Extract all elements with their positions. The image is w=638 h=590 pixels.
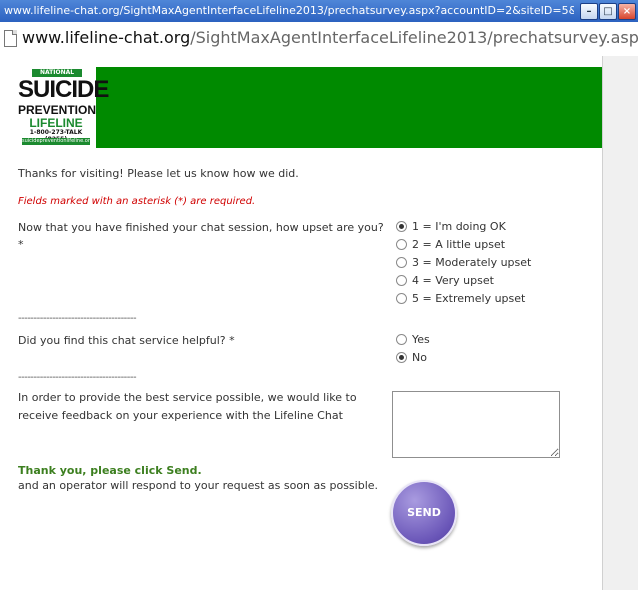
header-banner: NATIONAL SUICIDE PREVENTION LIFELINE 1-8… <box>16 67 602 148</box>
window-title-bar: www.lifeline-chat.org/SightMaxAgentInter… <box>0 0 638 22</box>
radio-icon[interactable] <box>396 351 407 363</box>
q1-option-4[interactable]: 4 = Very upset <box>396 274 494 291</box>
vertical-scrollbar[interactable] <box>602 56 638 590</box>
radio-icon[interactable] <box>396 220 407 232</box>
q1-option-2[interactable]: 2 = A little upset <box>396 238 505 255</box>
address-host: www.lifeline-chat.org <box>22 28 191 47</box>
separator-1: -------------------------------------- <box>18 313 137 324</box>
close-icon[interactable]: × <box>618 3 636 20</box>
address-path: /SightMaxAgentInterfaceLifeline2013/prec… <box>190 28 638 47</box>
restore-icon[interactable]: □ <box>599 3 617 20</box>
required-note: Fields marked with an asterisk (*) are r… <box>18 196 256 207</box>
question-3-label-line2: receive feedback on your experience with… <box>18 409 343 422</box>
minimize-icon[interactable]: – <box>580 3 598 20</box>
survey-page: NATIONAL SUICIDE PREVENTION LIFELINE 1-8… <box>0 56 602 590</box>
q2-option-yes[interactable]: Yes <box>396 333 430 350</box>
question-1-asterisk: * <box>18 238 24 251</box>
question-3-label-line1: In order to provide the best service pos… <box>18 391 357 404</box>
radio-icon[interactable] <box>396 238 407 250</box>
lifeline-logo: NATIONAL SUICIDE PREVENTION LIFELINE 1-8… <box>16 67 109 148</box>
q1-option-5[interactable]: 5 = Extremely upset <box>396 292 525 309</box>
address-url[interactable]: www.lifeline-chat.org/SightMaxAgentInter… <box>22 28 638 47</box>
q1-option-3[interactable]: 3 = Moderately upset <box>396 256 531 273</box>
separator-2: -------------------------------------- <box>18 372 137 383</box>
send-button[interactable]: SEND <box>391 480 457 546</box>
q1-option-1[interactable]: 1 = I'm doing OK <box>396 220 506 237</box>
page-icon <box>4 30 17 47</box>
window-title: www.lifeline-chat.org/SightMaxAgentInter… <box>4 4 574 17</box>
radio-icon[interactable] <box>396 256 407 268</box>
radio-icon[interactable] <box>396 274 407 286</box>
radio-icon[interactable] <box>396 333 407 345</box>
thanks-text: Thank you, please click Send. <box>18 464 202 477</box>
operator-note: and an operator will respond to your req… <box>18 479 379 492</box>
radio-icon[interactable] <box>396 292 407 304</box>
address-bar[interactable]: www.lifeline-chat.org/SightMaxAgentInter… <box>0 22 638 57</box>
question-1-label: Now that you have finished your chat ses… <box>18 221 384 234</box>
feedback-textarea[interactable] <box>392 391 560 458</box>
question-2-label: Did you find this chat service helpful? … <box>18 334 235 347</box>
q2-option-no[interactable]: No <box>396 351 427 368</box>
intro-text: Thanks for visiting! Please let us know … <box>18 167 299 180</box>
